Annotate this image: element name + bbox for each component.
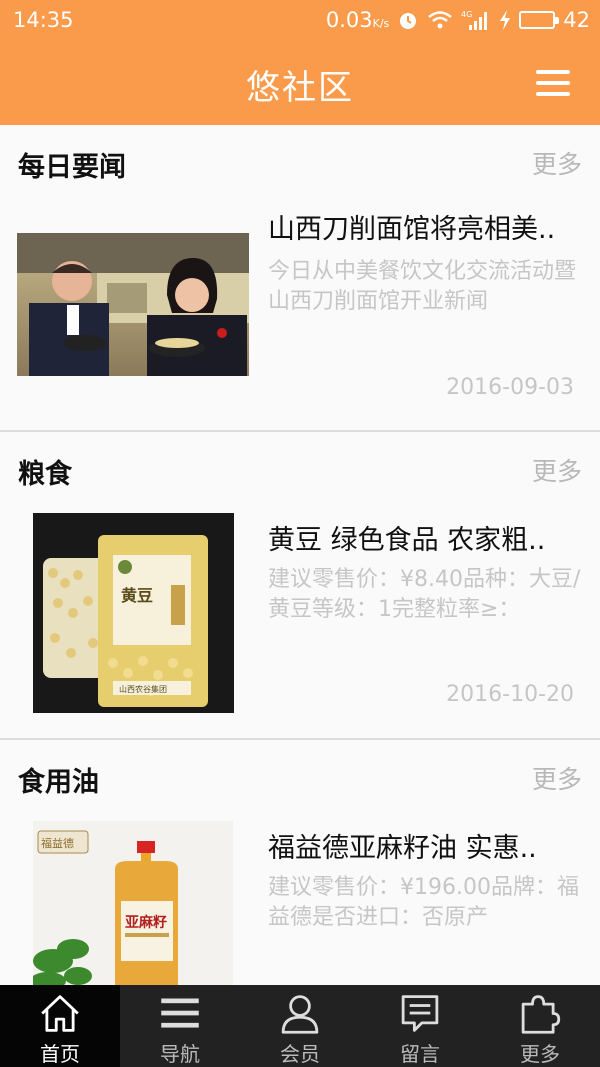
nav-label: 更多 (520, 1042, 560, 1066)
section-cooking-oil: 食用油 更多 福益德 亚麻籽 福益德亚麻籽油 实惠.. 建议零售价：¥196.0… (0, 740, 600, 985)
signal-icon: 4G (461, 9, 491, 31)
speed-unit: K/s (372, 17, 390, 30)
news-description: 今日从中美餐饮文化交流活动暨山西刀削面馆开业新闻 (268, 259, 577, 314)
nav-label: 导航 (160, 1042, 200, 1066)
nav-home[interactable]: 首页 (0, 985, 120, 1067)
charging-icon (499, 10, 511, 30)
news-thumbnail (17, 233, 249, 376)
network-speed: 0.03K/s (326, 8, 389, 32)
menu-icon (161, 998, 199, 1028)
message-icon (401, 995, 439, 1032)
section-grain: 粮食 更多 黄豆 山西农谷集团 黄豆 绿色食品 农家粗.. 建议零售价：¥8.4… (0, 432, 600, 740)
product-pack-brand: 山西农谷集团 (119, 684, 167, 694)
oil-brand-logo: 福益德 (41, 836, 74, 850)
section-title: 食用油 (18, 767, 99, 798)
more-link[interactable]: 更多 (532, 145, 582, 181)
puzzle-icon (521, 995, 561, 1034)
network-type: 4G (461, 10, 472, 19)
product-description: 建议零售价：¥8.40品种：大豆/黄豆等级：1完整粒率≥： (268, 567, 581, 622)
page-title: 悠社区 (246, 68, 354, 108)
status-bar: 14:35 0.03K/s 4G 42 (0, 0, 600, 42)
more-link[interactable]: 更多 (532, 760, 582, 796)
product-description: 建议零售价：¥196.00品牌：福益德是否进口：否原产 (268, 875, 579, 930)
nav-more[interactable]: 更多 (480, 985, 600, 1067)
product-pack-label: 黄豆 (121, 586, 153, 605)
product-thumbnail: 福益德 亚麻籽 (33, 821, 233, 985)
wifi-icon (427, 10, 453, 30)
menu-bar (536, 81, 570, 85)
nav-label: 首页 (40, 1042, 80, 1066)
speed-value: 0.03 (325, 8, 373, 32)
nav-label: 会员 (280, 1042, 320, 1066)
section-daily-news: 每日要闻 更多 山西刀削面馆将亮相美.. 今日从中美餐饮文化交流活动暨山西刀削面… (0, 125, 600, 432)
section-title: 粮食 (18, 459, 72, 490)
product-date: 2016-10-20 (446, 682, 574, 707)
app-header: 14:35 0.03K/s 4G 42 悠社区 (0, 0, 600, 125)
product-title: 黄豆 绿色食品 农家粗.. (268, 525, 546, 556)
product-title: 福益德亚麻籽油 实惠.. (268, 833, 537, 864)
status-icons: 0.03K/s 4G 42 (326, 8, 590, 32)
status-time: 14:35 (13, 8, 74, 32)
more-link[interactable]: 更多 (532, 452, 582, 488)
oil-bottle-label: 亚麻籽 (125, 914, 167, 931)
bottom-navigation: 首页 导航 会员 留言 更多 (0, 985, 600, 1067)
product-thumbnail: 黄豆 山西农谷集团 (33, 513, 234, 713)
nav-message[interactable]: 留言 (360, 985, 480, 1067)
battery-percent: 42 (563, 8, 590, 32)
news-title: 山西刀削面馆将亮相美.. (268, 214, 556, 245)
news-date: 2016-09-03 (446, 375, 574, 400)
nav-member[interactable]: 会员 (240, 985, 360, 1067)
nav-guide[interactable]: 导航 (120, 985, 240, 1067)
hamburger-menu-button[interactable] (536, 70, 570, 96)
user-icon (281, 995, 319, 1034)
menu-bar (536, 70, 570, 74)
battery-icon (519, 11, 560, 29)
home-icon (41, 995, 79, 1032)
nav-label: 留言 (400, 1042, 440, 1066)
section-title: 每日要闻 (18, 152, 126, 183)
menu-bar (536, 92, 570, 96)
alarm-icon (397, 9, 419, 31)
